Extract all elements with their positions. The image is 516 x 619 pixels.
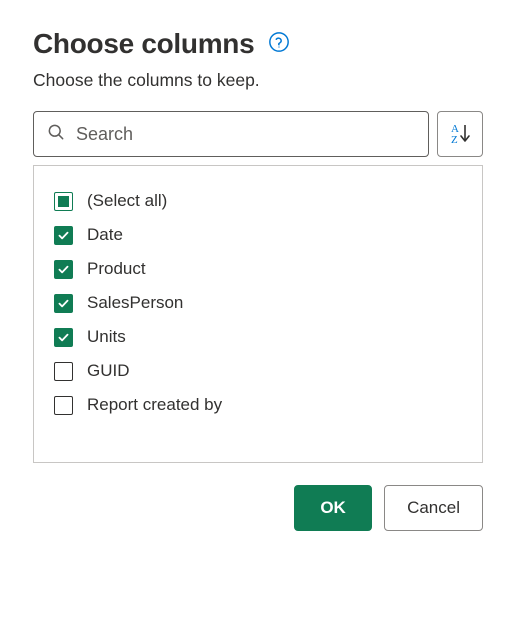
column-item[interactable]: SalesPerson <box>54 286 462 320</box>
column-checkbox[interactable] <box>54 294 73 313</box>
column-label: Product <box>87 259 146 279</box>
column-item[interactable]: Report created by <box>54 388 462 422</box>
help-icon[interactable] <box>268 31 290 58</box>
select-all-checkbox[interactable] <box>54 192 73 211</box>
column-checkbox[interactable] <box>54 260 73 279</box>
column-label: Date <box>87 225 123 245</box>
column-checkbox[interactable] <box>54 362 73 381</box>
select-all-label: (Select all) <box>87 191 167 211</box>
search-row: A Z <box>33 111 483 157</box>
column-checkbox[interactable] <box>54 328 73 347</box>
columns-list-panel: (Select all) Date Product SalesPerson Units… <box>33 165 483 463</box>
select-all-item[interactable]: (Select all) <box>54 184 462 218</box>
column-item[interactable]: GUID <box>54 354 462 388</box>
column-label: Units <box>87 327 126 347</box>
column-checkbox[interactable] <box>54 226 73 245</box>
sort-az-button[interactable]: A Z <box>437 111 483 157</box>
column-label: SalesPerson <box>87 293 183 313</box>
column-label: GUID <box>87 361 130 381</box>
dialog-header: Choose columns <box>33 28 483 60</box>
search-icon <box>46 122 76 147</box>
search-box[interactable] <box>33 111 429 157</box>
dialog-buttons: OK Cancel <box>33 485 483 531</box>
column-item[interactable]: Date <box>54 218 462 252</box>
column-checkbox[interactable] <box>54 396 73 415</box>
column-item[interactable]: Units <box>54 320 462 354</box>
column-label: Report created by <box>87 395 222 415</box>
cancel-button[interactable]: Cancel <box>384 485 483 531</box>
dialog-subtitle: Choose the columns to keep. <box>33 70 483 91</box>
dialog-title: Choose columns <box>33 28 254 60</box>
search-input[interactable] <box>76 124 416 145</box>
sort-az-icon: A Z <box>448 121 472 148</box>
column-item[interactable]: Product <box>54 252 462 286</box>
ok-button[interactable]: OK <box>294 485 372 531</box>
svg-text:Z: Z <box>451 134 458 145</box>
